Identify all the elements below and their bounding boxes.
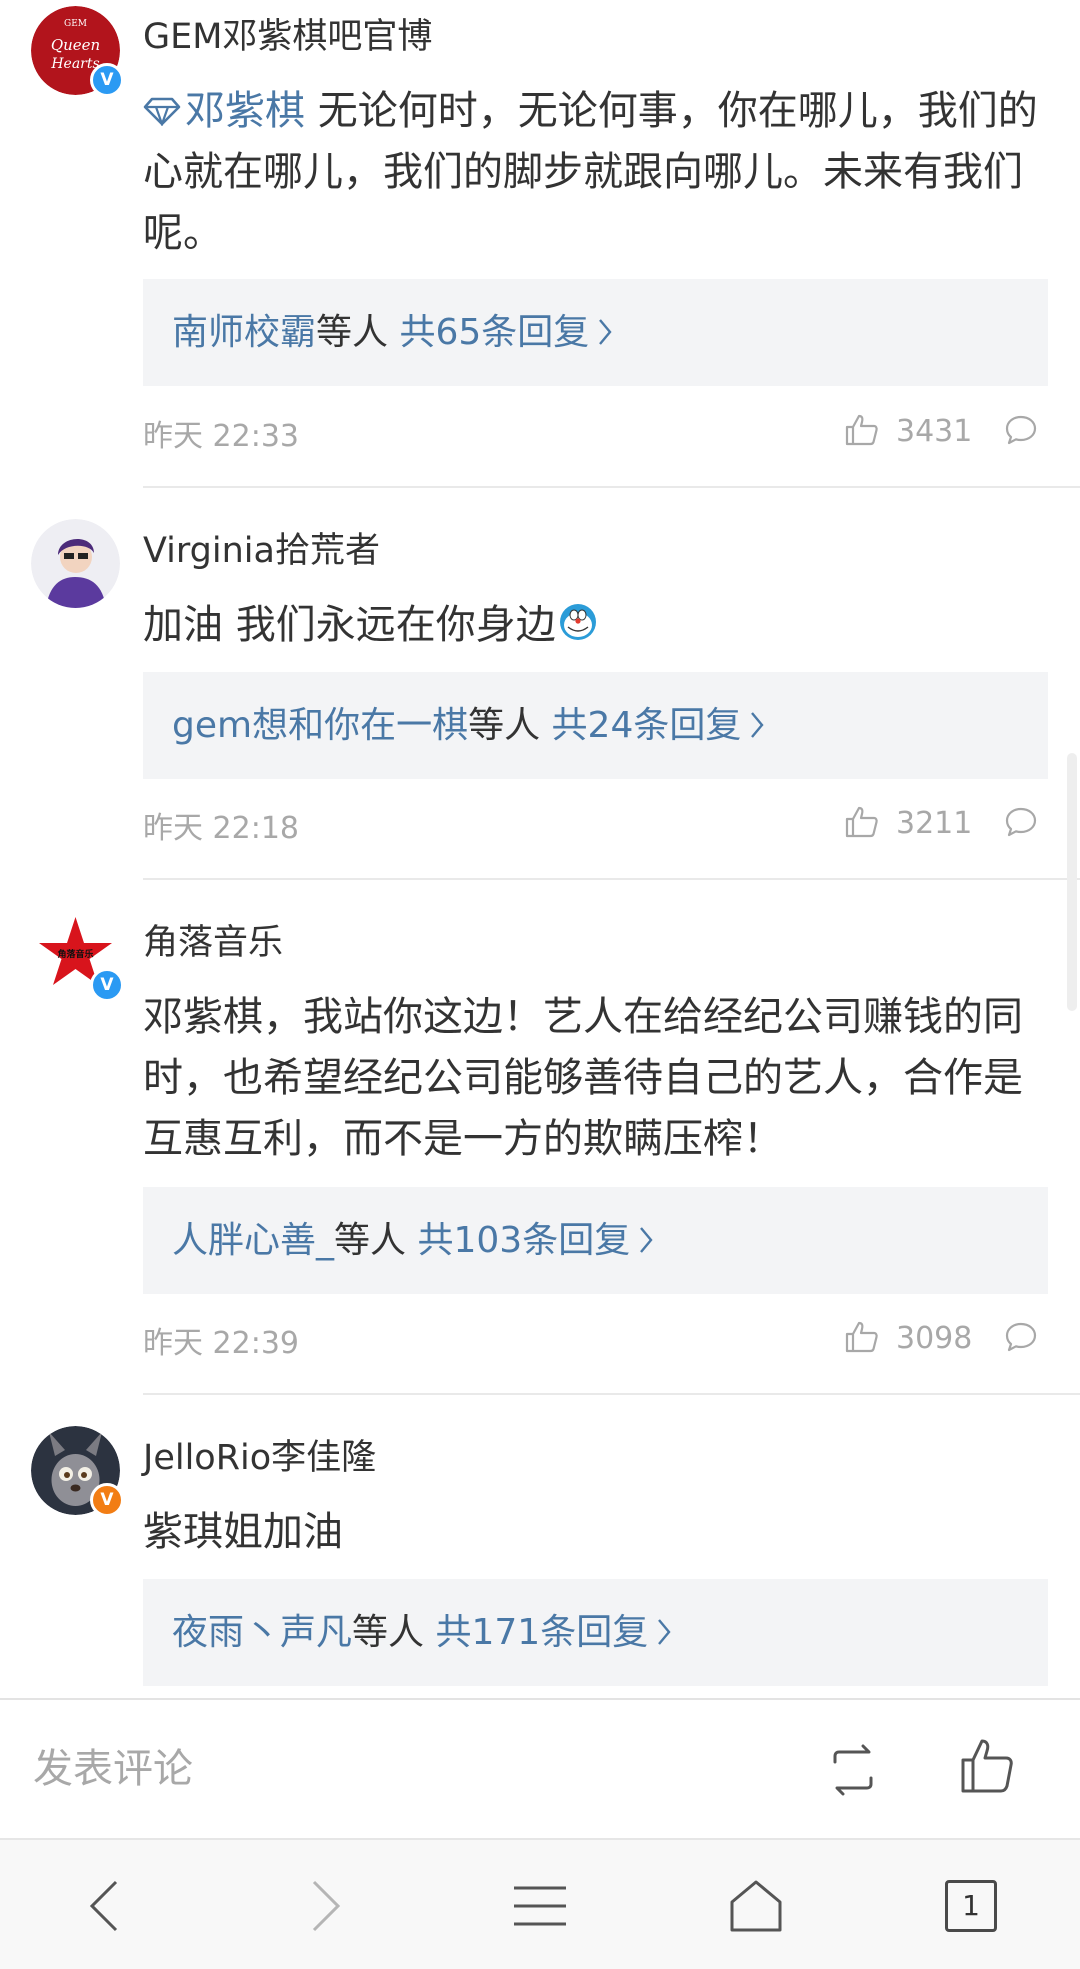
reply-summary[interactable]: 人胖心善_等人 共103条回复 (143, 1187, 1048, 1294)
like-count: 3098 (896, 1321, 973, 1356)
repost-icon[interactable] (825, 1744, 881, 1796)
back-arrow-icon[interactable] (78, 1878, 134, 1934)
comment-text: 邓紫棋，我站你这边！艺人在给经纪公司赚钱的同时，也希望经纪公司能够善待自己的艺人… (143, 994, 1023, 1162)
reply-count-link[interactable]: 共103条回复 (406, 1220, 630, 1261)
comment-username[interactable]: 角落音乐 (143, 914, 283, 965)
avatar[interactable]: 角落音乐 V (31, 911, 124, 1002)
reply-count-link[interactable]: 共171条回复 (424, 1612, 648, 1653)
comment-timestamp: 昨天 22:39 (143, 1326, 299, 1361)
comment-divider (143, 486, 1080, 488)
chevron-right-icon (640, 1227, 653, 1253)
chevron-right-icon (658, 1619, 671, 1645)
reply-username[interactable]: gem想和你在一棋 (172, 705, 468, 746)
verified-badge: V (90, 968, 124, 1002)
comment-timestamp: 昨天 22:18 (143, 811, 299, 846)
tab-count-button[interactable]: 1 (945, 1880, 997, 1932)
verified-badge: V (90, 63, 124, 97)
comment-input[interactable]: 发表评论 (33, 1700, 193, 1838)
chevron-right-icon (599, 319, 612, 345)
comment-timestamp: 昨天 22:33 (143, 419, 299, 454)
svg-text:GEM: GEM (64, 19, 87, 29)
reply-username[interactable]: 夜雨丶声凡 (172, 1612, 352, 1653)
doraemon-emoji (559, 604, 596, 640)
comment-body: 邓紫棋 无论何时，无论何事，你在哪儿，我们的心就在哪儿，我们的脚步就跟向哪儿。未… (143, 81, 1048, 264)
scrollbar[interactable] (1067, 753, 1077, 1011)
reply-summary[interactable]: 南师校霸等人 共65条回复 (143, 279, 1048, 386)
reply-count-link[interactable]: 共65条回复 (388, 312, 589, 353)
super-topic-diamond-icon (143, 97, 181, 126)
avatar-logo-text: 角落音乐 (57, 948, 93, 960)
reply-summary[interactable]: gem想和你在一棋等人 共24条回复 (143, 672, 1048, 779)
verified-badge: V (90, 1483, 124, 1517)
avatar-illustration (31, 519, 120, 608)
comment-divider (143, 1393, 1080, 1395)
thumbs-up-icon[interactable] (845, 1321, 879, 1353)
mention-name: 邓紫棋 (185, 88, 305, 134)
reply-summary-line: 南师校霸等人 共65条回复 (172, 279, 613, 386)
comment-composer: 发表评论 (0, 1698, 1080, 1838)
reply-count-link[interactable]: 共24条回复 (540, 705, 742, 746)
home-icon[interactable] (728, 1878, 784, 1934)
menu-icon[interactable] (512, 1878, 568, 1934)
reply-summary-line: 夜雨丶声凡等人 共171条回复 (172, 1579, 672, 1686)
reply-others-label: 等人 (334, 1220, 407, 1261)
like-count: 3431 (896, 414, 973, 449)
reply-summary-line: gem想和你在一棋等人 共24条回复 (172, 672, 765, 779)
comment-body: 加油 我们永远在你身边 (143, 595, 1048, 656)
thumbs-up-icon[interactable] (960, 1738, 1014, 1794)
comment-body: 邓紫棋，我站你这边！艺人在给经纪公司赚钱的同时，也希望经纪公司能够善待自己的艺人… (143, 987, 1048, 1170)
comment-username[interactable]: Virginia拾荒者 (143, 522, 380, 573)
comment-text: 加油 我们永远在你身边 (143, 602, 556, 648)
comment-text: 紫琪姐加油 (143, 1509, 343, 1555)
chevron-right-icon (751, 712, 764, 738)
reply-summary-line: 人胖心善_等人 共103条回复 (172, 1187, 654, 1294)
avatar[interactable]: V (31, 1426, 124, 1517)
reply-others-label: 等人 (316, 312, 389, 353)
reply-summary[interactable]: 夜雨丶声凡等人 共171条回复 (143, 1579, 1048, 1686)
comment-body: 紫琪姐加油 (143, 1502, 1048, 1563)
thumbs-up-icon[interactable] (845, 414, 879, 446)
comment-username[interactable]: JelloRio李佳隆 (143, 1429, 376, 1480)
like-count: 3211 (896, 806, 973, 841)
comment-username[interactable]: GEM邓紫棋吧官博 (143, 8, 432, 59)
reply-others-label: 等人 (352, 1612, 425, 1653)
comment-feed[interactable]: GEM Queen Hearts V GEM邓紫棋吧官博 邓紫棋 无论何时，无论… (0, 0, 1080, 1700)
comment-bubble-icon[interactable] (1004, 1321, 1038, 1353)
reply-username[interactable]: 人胖心善_ (172, 1220, 334, 1261)
avatar[interactable] (31, 519, 120, 608)
thumbs-up-icon[interactable] (845, 806, 879, 838)
reply-others-label: 等人 (468, 705, 541, 746)
browser-toolbar: 1 (0, 1838, 1080, 1969)
comment-bubble-icon[interactable] (1004, 806, 1038, 838)
avatar[interactable]: GEM Queen Hearts V (31, 6, 124, 97)
mention-link[interactable]: 邓紫棋 (143, 88, 305, 134)
comment-bubble-icon[interactable] (1004, 414, 1038, 446)
forward-arrow-icon[interactable] (296, 1878, 352, 1934)
reply-username[interactable]: 南师校霸 (172, 312, 316, 353)
svg-text:Queen: Queen (51, 36, 100, 54)
comment-divider (143, 878, 1080, 880)
